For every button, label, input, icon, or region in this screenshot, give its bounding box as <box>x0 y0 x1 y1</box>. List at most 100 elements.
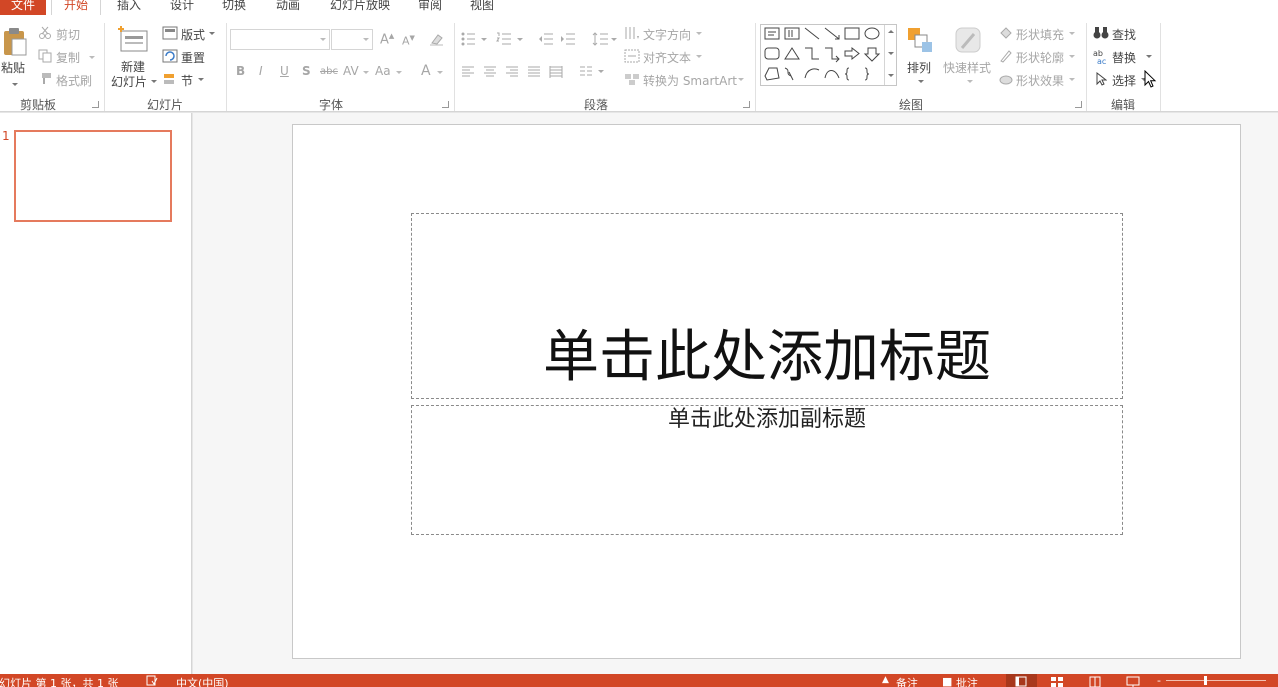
scissors-icon <box>39 26 51 39</box>
italic-button[interactable]: I <box>259 64 263 78</box>
shape-outline-button[interactable]: 形状轮廓 <box>1016 49 1064 66</box>
gallery-up-arrow[interactable] <box>888 30 894 33</box>
slide-canvas[interactable]: 单击此处添加标题 单击此处添加副标题 <box>292 124 1241 659</box>
select-button[interactable]: 选择 <box>1112 72 1136 89</box>
slide-thumbnail[interactable] <box>14 130 172 222</box>
char-spacing-dropdown[interactable] <box>363 71 369 74</box>
binoculars-icon <box>1093 27 1109 39</box>
tab-transitions[interactable]: 切换 <box>222 0 246 15</box>
find-button[interactable]: 查找 <box>1112 26 1136 43</box>
tab-insert[interactable]: 插入 <box>117 0 141 15</box>
gallery-more-arrow[interactable] <box>888 74 894 77</box>
language-indicator[interactable]: 中文(中国) <box>176 675 229 687</box>
font-size-combo[interactable] <box>331 29 373 50</box>
shape-effects-dropdown[interactable] <box>1069 78 1075 81</box>
clipboard-launcher-icon[interactable] <box>92 101 99 108</box>
reset-button[interactable]: 重置 <box>181 49 205 66</box>
font-name-combo[interactable] <box>230 29 330 50</box>
tab-review[interactable]: 审阅 <box>418 0 442 15</box>
align-text-button[interactable]: 对齐文本 <box>643 49 691 66</box>
columns-icon[interactable] <box>579 66 605 78</box>
shape-fill-button[interactable]: 形状填充 <box>1016 26 1064 43</box>
title-placeholder-text[interactable]: 单击此处添加标题 <box>412 326 1122 390</box>
gallery-down-arrow[interactable] <box>888 52 894 55</box>
arrange-button[interactable]: 排列 <box>902 25 938 91</box>
layout-button[interactable]: 版式 <box>181 26 205 43</box>
copy-dropdown-arrow[interactable] <box>89 56 95 59</box>
tab-slideshow[interactable]: 幻灯片放映 <box>330 0 390 15</box>
tab-home[interactable]: 开始 <box>51 0 101 15</box>
change-case-button[interactable]: Aa <box>375 64 391 78</box>
select-cursor-icon <box>1096 72 1107 86</box>
drawing-launcher-icon[interactable] <box>1075 101 1082 108</box>
tab-file[interactable]: 文件 <box>0 0 46 15</box>
underline-button[interactable]: U <box>280 64 289 78</box>
shapes-gallery[interactable] <box>760 24 897 86</box>
text-direction-dropdown[interactable] <box>696 32 702 35</box>
shape-fill-dropdown[interactable] <box>1069 32 1075 35</box>
font-color-button[interactable]: A <box>421 63 431 79</box>
subtitle-placeholder[interactable]: 单击此处添加副标题 <box>411 405 1123 535</box>
align-left-icon[interactable] <box>461 66 475 78</box>
justify-icon[interactable] <box>527 66 541 78</box>
convert-smartart-button[interactable]: 转换为 SmartArt <box>643 72 737 89</box>
line-spacing-icon[interactable] <box>592 32 618 46</box>
spell-check-icon[interactable] <box>146 675 158 686</box>
decrease-indent-icon[interactable] <box>538 32 554 46</box>
strikethrough-button[interactable]: abc <box>320 66 338 77</box>
notes-button[interactable]: 备注 <box>896 675 918 687</box>
section-button[interactable]: 节 <box>181 72 193 89</box>
shadow-button[interactable]: S <box>302 64 311 78</box>
smartart-dropdown[interactable] <box>738 78 744 81</box>
font-color-dropdown[interactable] <box>437 71 443 74</box>
tab-design[interactable]: 设计 <box>170 0 194 15</box>
section-dropdown-arrow[interactable] <box>198 78 204 81</box>
paragraph-launcher-icon[interactable] <box>743 101 750 108</box>
copy-button[interactable]: 复制 <box>56 49 80 66</box>
shape-effects-icon <box>999 75 1013 85</box>
char-spacing-button[interactable]: AV <box>343 64 359 78</box>
replace-button[interactable]: 替换 <box>1112 49 1136 66</box>
subtitle-placeholder-text[interactable]: 单击此处添加副标题 <box>412 406 1122 434</box>
change-case-dropdown[interactable] <box>396 71 402 74</box>
slideshow-icon[interactable] <box>1126 676 1140 687</box>
quick-styles-button[interactable]: 快速样式 <box>942 25 994 91</box>
layout-dropdown-arrow[interactable] <box>209 32 215 35</box>
distributed-icon[interactable] <box>549 66 563 78</box>
new-slide-button[interactable]: 新建 幻灯片 <box>108 23 158 89</box>
text-direction-button[interactable]: 文字方向 <box>643 26 691 43</box>
slide-editor: 单击此处添加标题 单击此处添加副标题 <box>193 113 1278 674</box>
zoom-out-button[interactable]: - <box>1157 674 1161 687</box>
format-painter-button[interactable]: 格式刷 <box>56 72 92 89</box>
bold-button[interactable]: B <box>236 64 245 78</box>
comments-button[interactable]: 批注 <box>956 675 978 687</box>
grow-font-button[interactable]: A▲ <box>380 32 394 47</box>
align-right-icon[interactable] <box>505 66 519 78</box>
group-divider <box>1160 23 1161 111</box>
numbering-icon[interactable] <box>496 32 524 46</box>
tab-view[interactable]: 视图 <box>470 0 494 15</box>
paste-label: 粘贴 <box>1 61 26 75</box>
reading-view-icon[interactable] <box>1089 676 1101 687</box>
align-center-icon[interactable] <box>483 66 497 78</box>
zoom-slider[interactable] <box>1166 676 1266 685</box>
increase-indent-icon[interactable] <box>560 32 576 46</box>
zoom-slider-thumb[interactable] <box>1204 676 1207 685</box>
arrange-dropdown-arrow <box>918 80 924 83</box>
align-text-dropdown[interactable] <box>696 55 702 58</box>
normal-view-button[interactable] <box>1006 674 1037 687</box>
slide-sorter-icon[interactable] <box>1050 676 1064 687</box>
font-group-label: 字体 <box>319 98 344 112</box>
tab-animations[interactable]: 动画 <box>276 0 300 15</box>
shape-effects-button[interactable]: 形状效果 <box>1016 72 1064 89</box>
clear-format-icon[interactable] <box>429 32 445 46</box>
bullets-icon[interactable] <box>461 32 487 46</box>
shape-outline-dropdown[interactable] <box>1069 55 1075 58</box>
font-launcher-icon[interactable] <box>442 101 449 108</box>
paste-button[interactable]: 粘贴 <box>0 25 30 86</box>
replace-dropdown[interactable] <box>1146 55 1152 58</box>
shrink-font-button[interactable]: A▼ <box>402 34 415 48</box>
title-placeholder[interactable]: 单击此处添加标题 <box>411 213 1123 399</box>
cut-button[interactable]: 剪切 <box>56 26 80 43</box>
gallery-scroll[interactable] <box>884 25 896 85</box>
